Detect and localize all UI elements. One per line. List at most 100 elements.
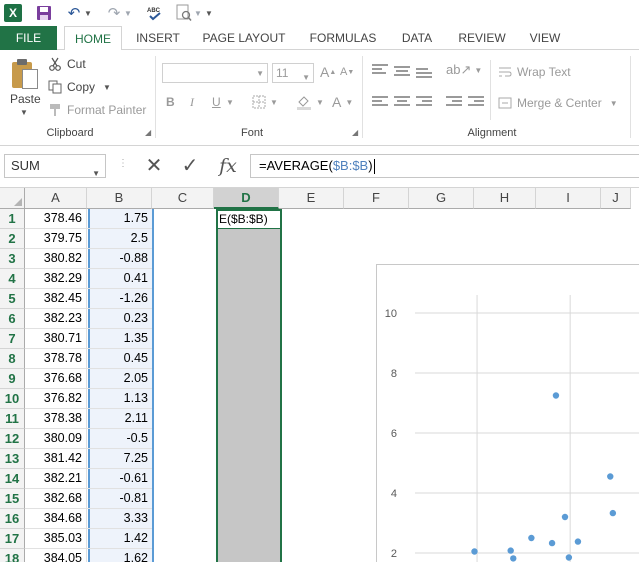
cell-b16[interactable]: 3.33 bbox=[87, 509, 152, 529]
column-header-e[interactable]: E bbox=[279, 188, 344, 209]
merge-center-button[interactable]: Merge & Center ▼ bbox=[498, 96, 618, 110]
undo-dropdown-icon[interactable]: ▼ bbox=[84, 3, 92, 23]
cell-b6[interactable]: 0.23 bbox=[87, 309, 152, 329]
cell-a10[interactable]: 376.82 bbox=[25, 389, 87, 409]
row-header-10[interactable]: 10 bbox=[0, 389, 25, 409]
row-header-5[interactable]: 5 bbox=[0, 289, 25, 309]
row-header-1[interactable]: 1 bbox=[0, 209, 25, 229]
formula-input[interactable]: =AVERAGE($B:$B) bbox=[250, 154, 639, 178]
row-header-6[interactable]: 6 bbox=[0, 309, 25, 329]
font-color-button[interactable]: A ▼ bbox=[332, 94, 353, 110]
tab-view[interactable]: VIEW bbox=[520, 26, 570, 50]
bold-button[interactable]: B bbox=[166, 95, 175, 109]
cell-b9[interactable]: 2.05 bbox=[87, 369, 152, 389]
copy-dropdown-icon[interactable]: ▼ bbox=[103, 83, 111, 92]
row-header-8[interactable]: 8 bbox=[0, 349, 25, 369]
chart-point[interactable] bbox=[507, 547, 514, 554]
chart-point[interactable] bbox=[561, 513, 569, 521]
select-all-corner[interactable] bbox=[0, 188, 25, 209]
undo-icon[interactable]: ↶ bbox=[66, 3, 82, 23]
cell-b3[interactable]: -0.88 bbox=[87, 249, 152, 269]
cell-b1[interactable]: 1.75 bbox=[87, 209, 152, 229]
orientation-icon[interactable]: ab↗ ▼ bbox=[446, 62, 482, 78]
cell-b13[interactable]: 7.25 bbox=[87, 449, 152, 469]
cell-b11[interactable]: 2.11 bbox=[87, 409, 152, 429]
tab-formulas[interactable]: FORMULAS bbox=[298, 26, 388, 50]
row-header-3[interactable]: 3 bbox=[0, 249, 25, 269]
cell-b5[interactable]: -1.26 bbox=[87, 289, 152, 309]
cell-b4[interactable]: 0.41 bbox=[87, 269, 152, 289]
customize-qat-icon[interactable]: ▼ bbox=[204, 3, 214, 23]
cell-a13[interactable]: 381.42 bbox=[25, 449, 87, 469]
tab-data[interactable]: DATA bbox=[392, 26, 442, 50]
cell-a11[interactable]: 378.38 bbox=[25, 409, 87, 429]
align-left-icon[interactable] bbox=[372, 96, 388, 108]
spelling-icon[interactable]: ABC bbox=[146, 3, 164, 23]
print-preview-icon[interactable] bbox=[176, 3, 192, 23]
column-header-b[interactable]: B bbox=[87, 188, 152, 209]
column-header-f[interactable]: F bbox=[344, 188, 409, 209]
cell-a4[interactable]: 382.29 bbox=[25, 269, 87, 289]
column-header-h[interactable]: H bbox=[474, 188, 536, 209]
chart-point[interactable] bbox=[552, 392, 560, 399]
row-header-4[interactable]: 4 bbox=[0, 269, 25, 289]
tab-insert[interactable]: INSERT bbox=[126, 26, 190, 50]
grow-font-icon[interactable]: A ▲ bbox=[320, 64, 336, 80]
align-center-icon[interactable] bbox=[394, 96, 410, 108]
fill-color-button[interactable]: ▼ bbox=[296, 94, 324, 110]
cell-a1[interactable]: 378.46 bbox=[25, 209, 87, 229]
chart-point[interactable] bbox=[528, 534, 535, 542]
cell-a3[interactable]: 380.82 bbox=[25, 249, 87, 269]
decrease-indent-icon[interactable] bbox=[446, 96, 462, 108]
redo-icon[interactable]: ↷ bbox=[106, 3, 122, 23]
formula-bar-grip-icon[interactable]: ⋮ bbox=[118, 158, 128, 169]
paste-icon[interactable] bbox=[10, 58, 40, 90]
increase-indent-icon[interactable] bbox=[468, 96, 484, 108]
cell-a16[interactable]: 384.68 bbox=[25, 509, 87, 529]
print-preview-dropdown-icon[interactable]: ▼ bbox=[194, 3, 202, 23]
selected-column-d[interactable] bbox=[216, 209, 282, 562]
cell-a14[interactable]: 382.21 bbox=[25, 469, 87, 489]
middle-align-icon[interactable] bbox=[394, 66, 410, 78]
chart-point[interactable] bbox=[607, 473, 614, 480]
cell-b7[interactable]: 1.35 bbox=[87, 329, 152, 349]
paste-dropdown-icon[interactable]: ▼ bbox=[20, 108, 28, 117]
column-header-g[interactable]: G bbox=[409, 188, 474, 209]
active-cell-d1[interactable]: E($B:$B) bbox=[216, 209, 282, 229]
column-header-i[interactable]: I bbox=[536, 188, 601, 209]
row-header-11[interactable]: 11 bbox=[0, 409, 25, 429]
chart-point[interactable] bbox=[471, 548, 478, 555]
enter-formula-icon[interactable]: ✓ bbox=[178, 154, 202, 178]
align-right-icon[interactable] bbox=[416, 96, 432, 108]
cell-b17[interactable]: 1.42 bbox=[87, 529, 152, 549]
cell-a6[interactable]: 382.23 bbox=[25, 309, 87, 329]
row-header-7[interactable]: 7 bbox=[0, 329, 25, 349]
cancel-formula-icon[interactable]: ✕ bbox=[142, 154, 166, 178]
column-header-d[interactable]: D bbox=[214, 188, 279, 209]
font-name-select[interactable]: ▼ bbox=[162, 63, 268, 83]
column-header-c[interactable]: C bbox=[152, 188, 214, 209]
row-header-17[interactable]: 17 bbox=[0, 529, 25, 549]
borders-button[interactable]: ▼ bbox=[252, 95, 278, 109]
row-header-18[interactable]: 18 bbox=[0, 549, 25, 562]
cell-a18[interactable]: 384.05 bbox=[25, 549, 87, 562]
tab-review[interactable]: REVIEW bbox=[450, 26, 514, 50]
cell-a15[interactable]: 382.68 bbox=[25, 489, 87, 509]
tab-home[interactable]: HOME bbox=[64, 26, 122, 51]
row-header-14[interactable]: 14 bbox=[0, 469, 25, 489]
cell-b18[interactable]: 1.62 bbox=[87, 549, 152, 562]
underline-dropdown-icon[interactable]: ▼ bbox=[226, 98, 234, 107]
scatter-chart[interactable]: 2 4 6 8 10 bbox=[376, 264, 639, 562]
cut-button[interactable]: Cut bbox=[48, 57, 86, 71]
underline-button[interactable]: U bbox=[212, 95, 221, 109]
cell-b8[interactable]: 0.45 bbox=[87, 349, 152, 369]
cell-a9[interactable]: 376.68 bbox=[25, 369, 87, 389]
tab-page-layout[interactable]: PAGE LAYOUT bbox=[194, 26, 294, 50]
cell-a17[interactable]: 385.03 bbox=[25, 529, 87, 549]
name-box[interactable]: SUM ▼ bbox=[4, 154, 106, 178]
chart-point[interactable] bbox=[609, 509, 617, 517]
column-header-a[interactable]: A bbox=[25, 188, 87, 209]
font-launcher-icon[interactable]: ◢ bbox=[352, 128, 358, 137]
wrap-text-button[interactable]: Wrap Text bbox=[498, 65, 571, 79]
chart-point[interactable] bbox=[574, 538, 582, 545]
